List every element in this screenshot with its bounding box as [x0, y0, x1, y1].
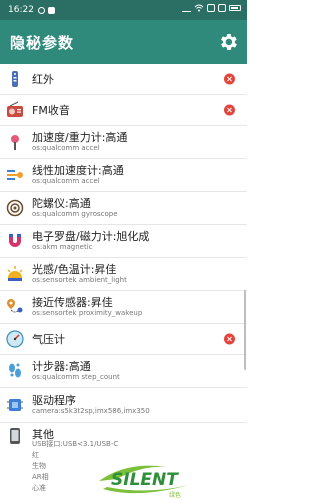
status-time: 16:22 [8, 5, 34, 15]
sensor-row-magnetometer[interactable]: 电子罗盘/磁力计:旭化成 os:akm magnetic [0, 225, 247, 258]
sensor-name: 加速度/重力计:高通 [32, 131, 128, 144]
sensor-list: 红外 × FM收音 × 加速度/重力计:高通 os:qualcomm accel … [0, 64, 247, 423]
signal-icon [182, 4, 191, 12]
app-bar: 隐秘参数 [0, 20, 247, 64]
sensor-row-proximity[interactable]: 接近传感器:昇佳 os:sensortek proximity_wakeup [0, 291, 247, 324]
radio-icon [7, 101, 23, 117]
sensor-sub: os:qualcomm accel [32, 177, 100, 185]
chip-icon [7, 399, 23, 411]
watermark-logo: SILENT 绿色 [99, 465, 189, 499]
proximity-icon [7, 299, 23, 313]
linear-accel-icon [7, 170, 23, 180]
battery-icon [229, 5, 241, 11]
screen: 16:22 隐秘参数 红外 × FM收音 × 加速度/重力计:高通 os:qua… [0, 0, 247, 500]
sensor-name: 接近传感器:昇佳 [32, 296, 113, 309]
sensor-sub: camera:s5k3t2sp,imx586,imx350 [32, 407, 150, 415]
other-line: USB接口:USB<3.1/USB-C [32, 440, 119, 448]
other-line: 生物 [32, 462, 46, 470]
light-sensor-icon [7, 266, 23, 281]
sensor-name: 气压计 [32, 332, 65, 346]
sensor-row-pedometer[interactable]: 计步器:高通 os:qualcomm step_count [0, 355, 247, 388]
sensor-name: 光感/色温计:昇佳 [32, 263, 117, 276]
sensor-sub: os:qualcomm accel [32, 144, 100, 152]
sensor-sub: os:akm magnetic [32, 243, 93, 251]
sensor-sub: os:qualcomm step_count [32, 373, 120, 381]
other-line: 红 [32, 451, 39, 459]
sensor-sub: os:sensortek proximity_wakeup [32, 309, 143, 317]
sensor-sub: os:sensortek ambient_light [32, 276, 127, 284]
barometer-icon [6, 330, 24, 348]
sensor-name: 线性加速度计:高通 [32, 164, 124, 177]
notification-icon-2 [47, 6, 55, 14]
phone-icon [10, 428, 20, 444]
disabled-badge: × [224, 333, 235, 345]
other-line: 心准 [32, 484, 46, 492]
watermark-sub: 绿色 [169, 491, 181, 499]
gyroscope-icon [6, 199, 24, 217]
sensor-name: FM收音 [32, 103, 70, 117]
sensor-name: 驱动程序 [32, 394, 76, 407]
sensor-row-fm[interactable]: FM收音 × [0, 95, 247, 126]
sensor-name: 陀螺仪:高通 [32, 197, 91, 210]
gear-icon[interactable] [217, 31, 239, 53]
sim-icon [207, 4, 215, 12]
pedometer-icon [9, 363, 21, 378]
other-line: AR相 [32, 473, 49, 481]
sensor-row-barometer[interactable]: 气压计 × [0, 324, 247, 355]
magnet-icon [9, 234, 21, 247]
remote-icon [12, 71, 18, 87]
page-title: 隐秘参数 [10, 33, 75, 52]
svg-text:SILENT: SILENT [111, 470, 179, 490]
accelerometer-icon [11, 135, 19, 150]
status-bar: 16:22 [0, 0, 247, 20]
sensor-row-accel[interactable]: 加速度/重力计:高通 os:qualcomm accel [0, 126, 247, 159]
disabled-badge: × [224, 104, 235, 116]
sensor-row-linear-accel[interactable]: 线性加速度计:高通 os:qualcomm accel [0, 159, 247, 192]
status-icons [182, 4, 241, 12]
sensor-name: 计步器:高通 [32, 360, 91, 373]
sim2-icon [218, 4, 226, 12]
sensor-name: 电子罗盘/磁力计:旭化成 [32, 230, 150, 243]
sensor-row-driver[interactable]: 驱动程序 camera:s5k3t2sp,imx586,imx350 [0, 388, 247, 423]
sensor-sub: os:qualcomm gyroscope [32, 210, 118, 218]
sensor-row-gyroscope[interactable]: 陀螺仪:高通 os:qualcomm gyroscope [0, 192, 247, 225]
scrollbar[interactable] [244, 290, 246, 370]
disabled-badge: × [224, 73, 235, 85]
sensor-row-infrared[interactable]: 红外 × [0, 64, 247, 95]
notification-icon [37, 6, 45, 14]
sensor-row-light[interactable]: 光感/色温计:昇佳 os:sensortek ambient_light [0, 258, 247, 291]
wifi-icon [194, 4, 204, 12]
sensor-name: 红外 [32, 72, 54, 86]
